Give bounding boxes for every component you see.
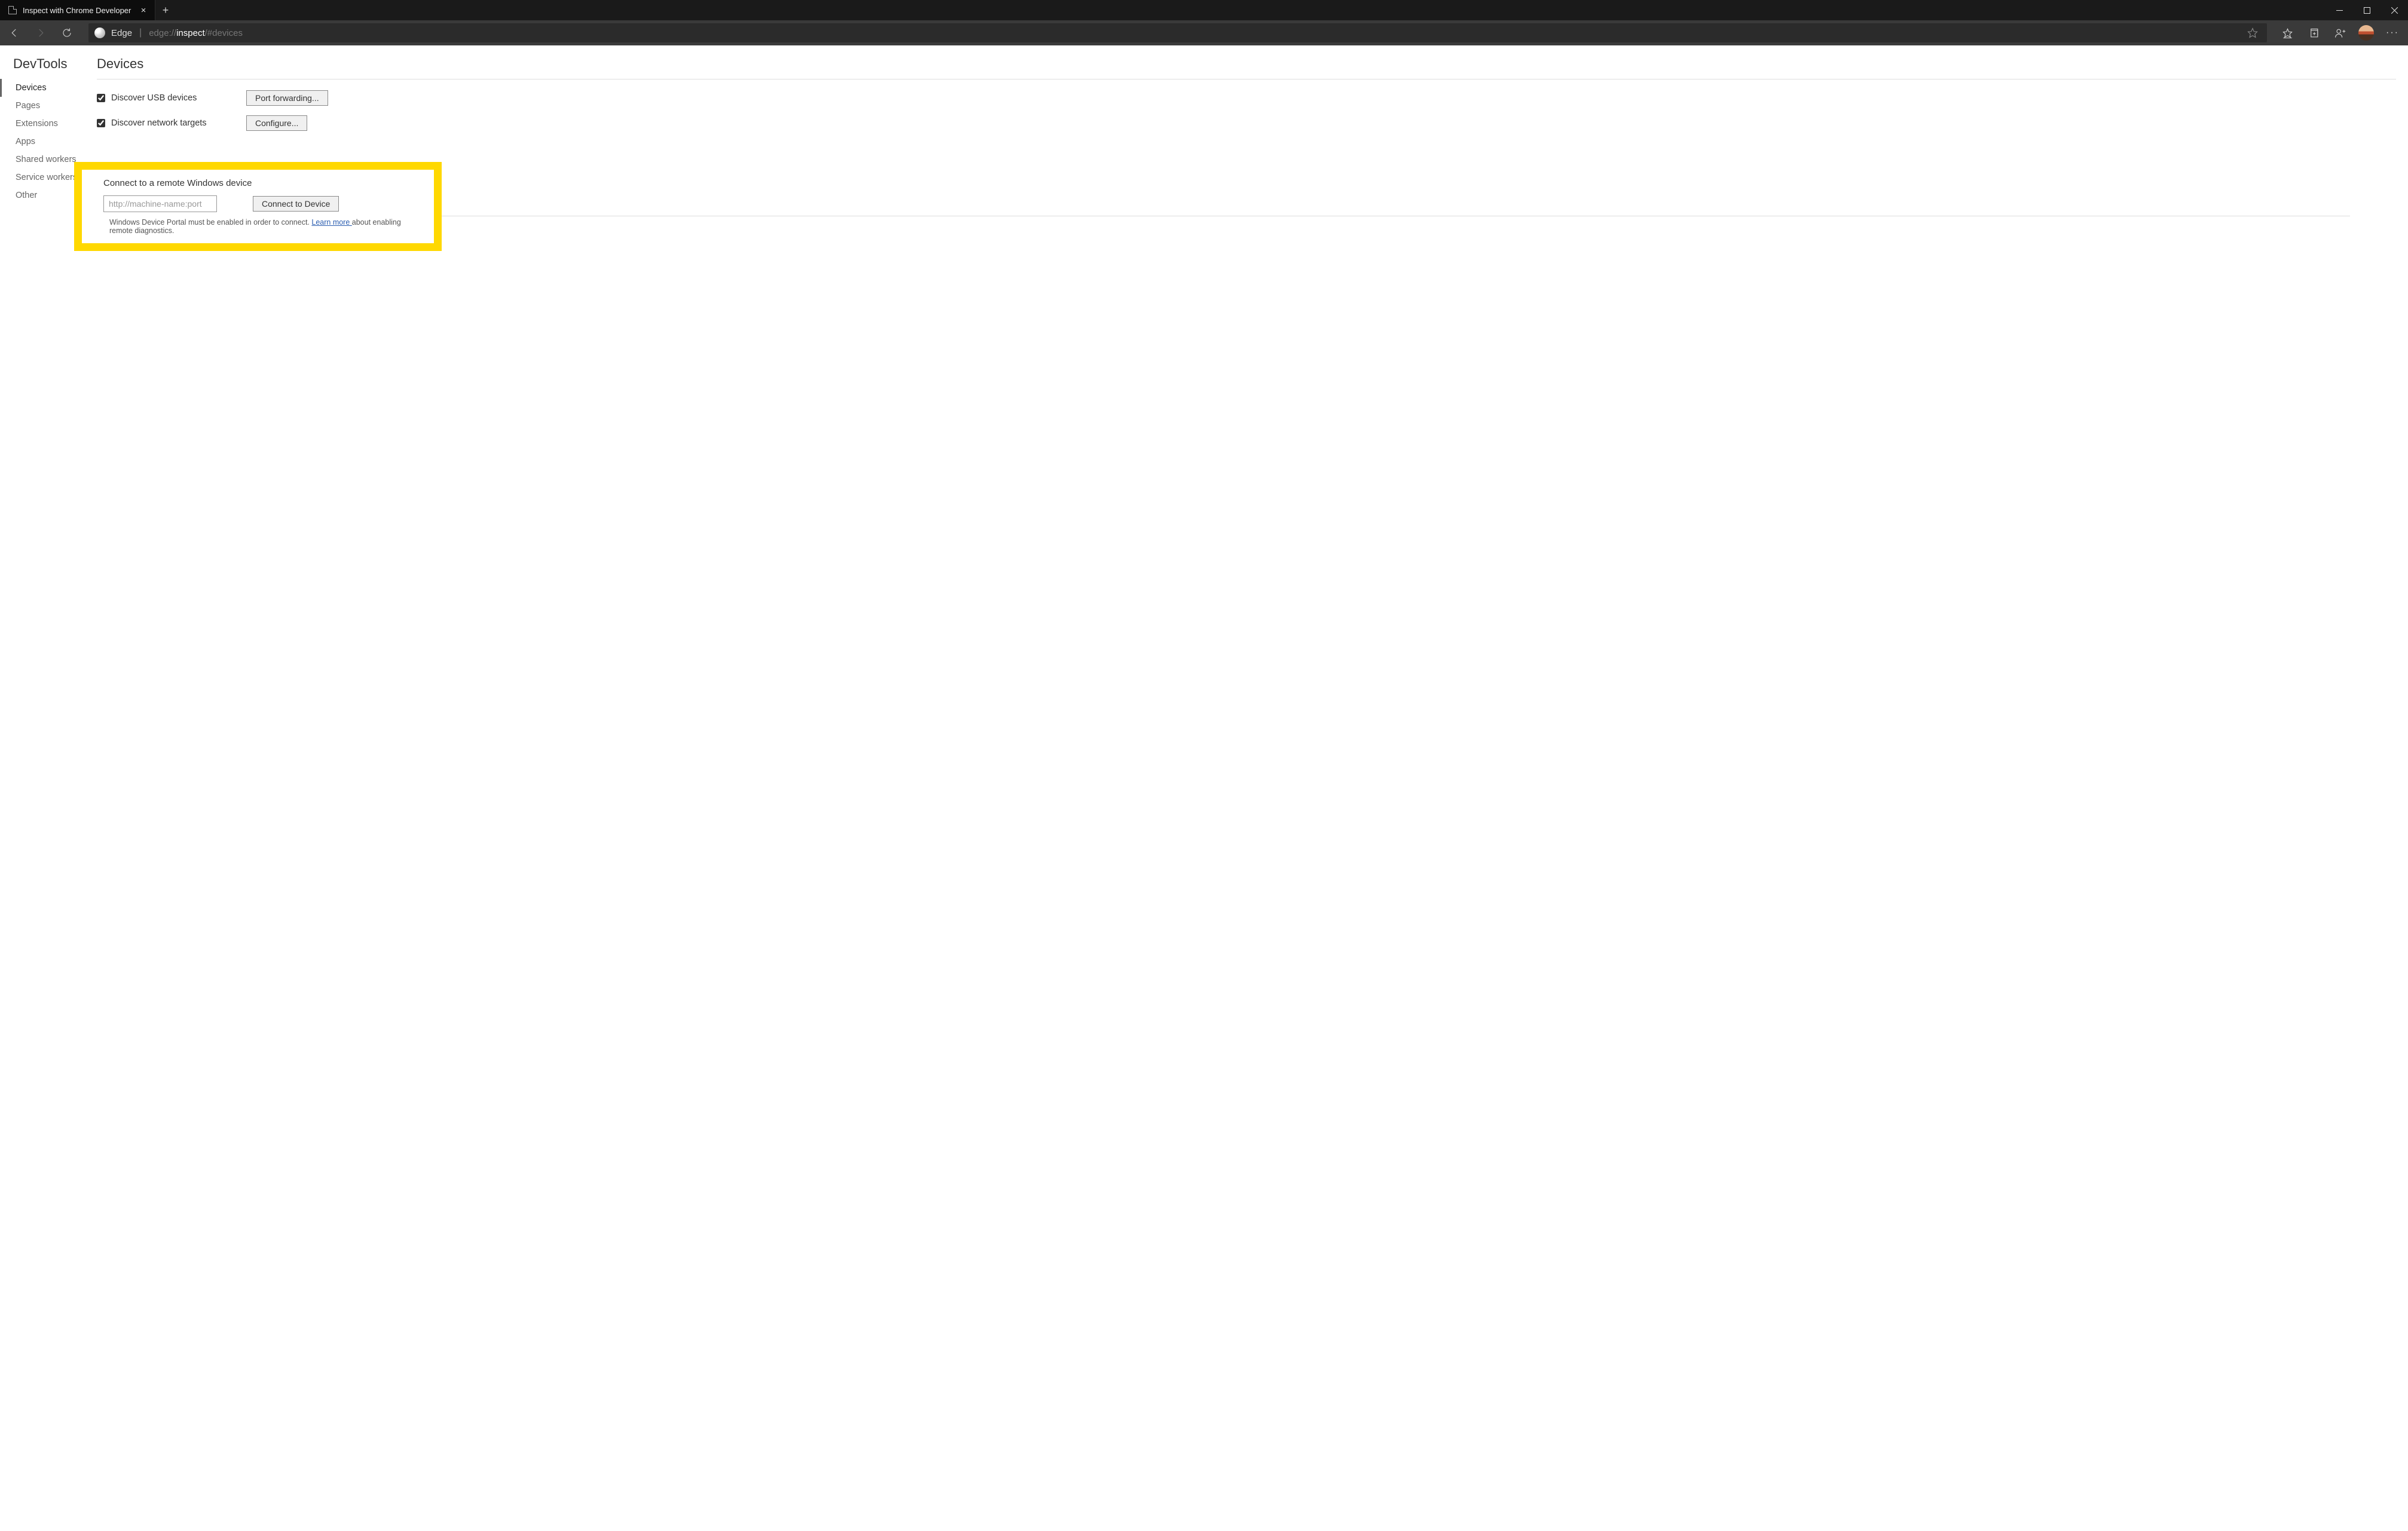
back-button[interactable]: [2, 21, 26, 45]
tab-title: Inspect with Chrome Developer: [23, 6, 132, 15]
configure-button[interactable]: Configure...: [246, 115, 307, 131]
toolbar-right: ···: [2274, 21, 2406, 45]
edge-logo-icon: [94, 27, 105, 38]
browser-toolbar: Edge | edge://inspect/#devices ···: [0, 20, 2408, 45]
close-tab-icon[interactable]: ×: [138, 5, 149, 16]
connect-to-device-button[interactable]: Connect to Device: [253, 196, 339, 212]
window-controls: [2326, 0, 2408, 20]
profile-icon[interactable]: [2327, 21, 2353, 45]
discover-usb-checkbox-label[interactable]: Discover USB devices: [97, 93, 246, 103]
discover-usb-checkbox[interactable]: [97, 94, 105, 102]
sidebar-item-devices[interactable]: Devices: [0, 79, 94, 97]
callout-hint: Windows Device Portal must be enabled in…: [109, 218, 420, 235]
discover-usb-row: Discover USB devices Port forwarding...: [97, 85, 2396, 111]
url-highlight: inspect: [176, 28, 205, 38]
sidebar-item-label: Extensions: [16, 119, 58, 128]
main-content: Devices Discover USB devices Port forwar…: [94, 45, 2408, 1531]
page-title: Devices: [97, 56, 2396, 72]
collections-icon[interactable]: [2300, 21, 2327, 45]
learn-more-link[interactable]: Learn more: [311, 218, 351, 226]
sidebar-item-label: Service workers: [16, 173, 77, 182]
reload-button[interactable]: [55, 21, 79, 45]
checkbox-label-text: Discover USB devices: [111, 93, 197, 103]
discover-network-checkbox-label[interactable]: Discover network targets: [97, 118, 246, 128]
address-bar[interactable]: Edge | edge://inspect/#devices: [88, 23, 2267, 42]
user-avatar[interactable]: [2353, 25, 2379, 41]
url-suffix: /#devices: [205, 28, 243, 38]
forward-button[interactable]: [29, 21, 53, 45]
favorites-hub-icon[interactable]: [2274, 21, 2300, 45]
sidebar-item-apps[interactable]: Apps: [0, 133, 94, 151]
address-separator: |: [139, 27, 142, 38]
address-url: edge://inspect/#devices: [149, 28, 243, 38]
sidebar-item-extensions[interactable]: Extensions: [0, 115, 94, 133]
sidebar-item-label: Shared workers: [16, 155, 77, 164]
discover-network-checkbox[interactable]: [97, 119, 105, 127]
url-prefix: edge://: [149, 28, 176, 38]
favorite-star-icon[interactable]: [2244, 27, 2261, 38]
close-window-button[interactable]: [2381, 0, 2408, 20]
sidebar-item-label: Devices: [16, 83, 47, 93]
sidebar-item-label: Pages: [16, 101, 40, 111]
callout-title: Connect to a remote Windows device: [103, 178, 420, 188]
page-icon: [8, 6, 17, 14]
sidebar-header: DevTools: [0, 56, 94, 79]
checkbox-label-text: Discover network targets: [111, 118, 207, 128]
more-menu-icon[interactable]: ···: [2379, 27, 2406, 38]
sidebar-item-label: Other: [16, 191, 37, 200]
port-forwarding-button[interactable]: Port forwarding...: [246, 90, 328, 106]
title-bar: Inspect with Chrome Developer × +: [0, 0, 2408, 20]
sidebar-item-pages[interactable]: Pages: [0, 97, 94, 115]
discover-network-row: Discover network targets Configure...: [97, 111, 2396, 136]
edge-label: Edge: [111, 28, 132, 38]
minimize-button[interactable]: [2326, 0, 2353, 20]
remote-connect-callout: Connect to a remote Windows device Conne…: [74, 162, 442, 251]
page-body: DevTools Devices Pages Extensions Apps S…: [0, 45, 2408, 1531]
avatar-image: [2358, 25, 2374, 41]
hint-text-before: Windows Device Portal must be enabled in…: [109, 218, 311, 226]
active-tab[interactable]: Inspect with Chrome Developer ×: [0, 0, 155, 20]
callout-input-row: Connect to Device: [103, 195, 420, 212]
maximize-button[interactable]: [2353, 0, 2381, 20]
new-tab-button[interactable]: +: [155, 0, 176, 20]
sidebar-item-label: Apps: [16, 137, 35, 146]
remote-address-input[interactable]: [103, 195, 217, 212]
devtools-sidebar: DevTools Devices Pages Extensions Apps S…: [0, 45, 94, 1531]
